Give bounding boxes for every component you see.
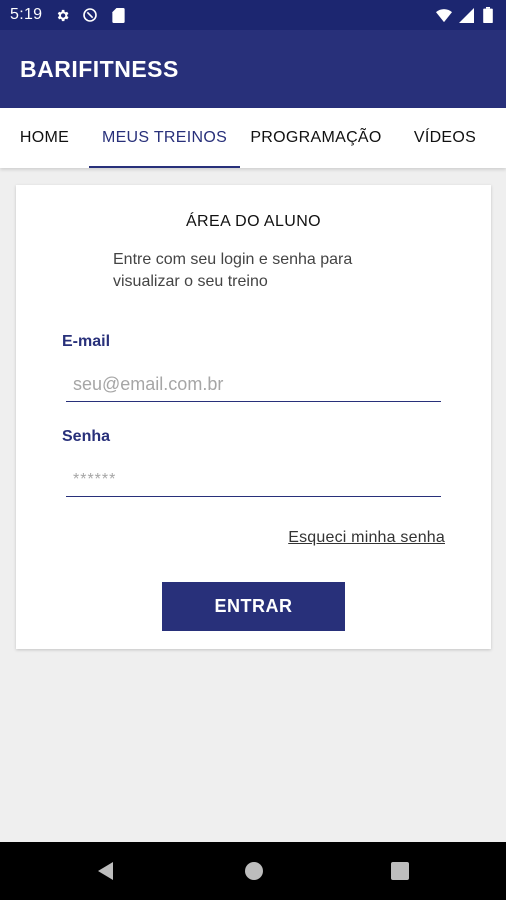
status-time: 5:19 <box>10 6 43 23</box>
tab-programacao[interactable]: PROGRAMAÇÃO <box>240 108 392 168</box>
status-right-group <box>436 7 496 23</box>
wifi-icon <box>436 7 452 23</box>
home-icon[interactable] <box>243 860 265 882</box>
gear-icon <box>54 7 70 23</box>
forgot-password-link[interactable]: Esqueci minha senha <box>288 529 445 547</box>
password-field[interactable] <box>66 463 441 497</box>
recents-icon[interactable] <box>389 860 411 882</box>
card-subtitle: Entre com seu login e senha para visuali… <box>113 251 353 290</box>
sd-card-icon <box>110 7 126 23</box>
app-title: BARIFITNESS <box>20 55 179 82</box>
app-bar: BARIFITNESS <box>0 30 506 108</box>
system-nav-bar <box>0 842 506 900</box>
status-bar: 5:19 <box>0 0 506 30</box>
password-label: Senha <box>62 428 111 445</box>
tab-bar: HOME MEUS TREINOS PROGRAMAÇÃO VÍDEOS <box>0 108 506 168</box>
battery-icon <box>480 7 496 23</box>
card-title: ÁREA DO ALUNO <box>185 213 322 230</box>
tab-meus-treinos[interactable]: MEUS TREINOS <box>89 108 240 168</box>
email-label: E-mail <box>62 333 111 350</box>
submit-button[interactable]: ENTRAR <box>162 582 345 631</box>
tab-videos[interactable]: VÍDEOS <box>392 108 498 168</box>
tab-home[interactable]: HOME <box>0 108 89 168</box>
back-icon[interactable] <box>95 860 117 882</box>
cell-signal-icon <box>458 7 474 23</box>
login-card: ÁREA DO ALUNO Entre com seu login e senh… <box>16 185 491 649</box>
email-field[interactable] <box>66 368 441 402</box>
status-left-group: 5:19 <box>10 6 126 24</box>
data-saver-icon <box>82 7 98 23</box>
